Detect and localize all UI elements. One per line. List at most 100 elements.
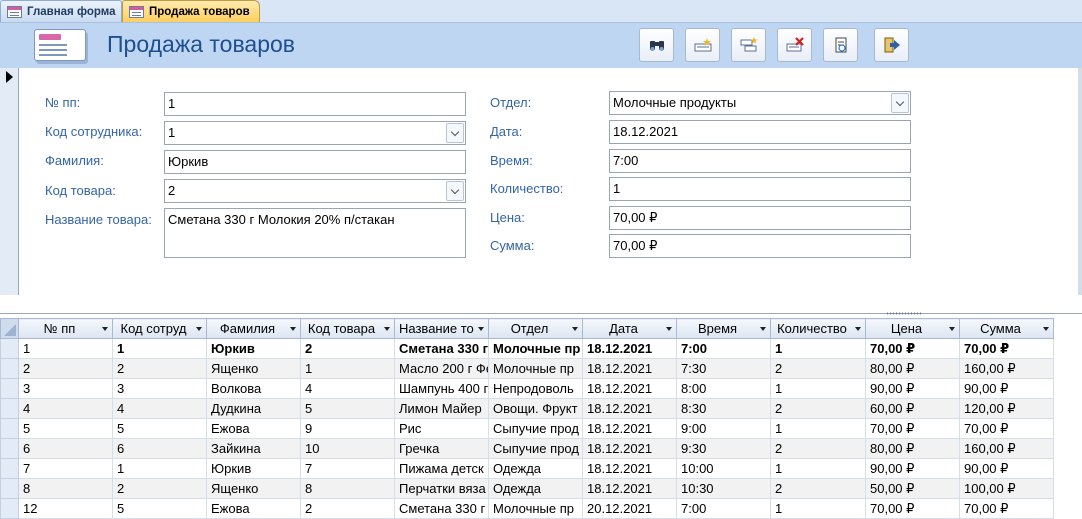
price-field[interactable]: 70,00 ₽ [609, 206, 911, 230]
table-cell[interactable]: 70,00 ₽ [865, 418, 960, 439]
table-cell[interactable]: 100,00 ₽ [959, 478, 1054, 499]
table-cell[interactable]: Масло 200 г Фе [394, 358, 489, 379]
table-cell[interactable]: Сыпучие прод [488, 438, 583, 459]
row-selector[interactable] [0, 338, 19, 359]
table-cell[interactable]: 1 [770, 338, 866, 359]
column-header[interactable]: Отдел [488, 318, 583, 339]
date-field[interactable]: 18.12.2021 [609, 120, 911, 144]
column-header[interactable]: Сумма [959, 318, 1054, 339]
table-cell[interactable]: Ежова [206, 418, 301, 439]
table-cell[interactable]: 18.12.2021 [582, 418, 677, 439]
row-selector[interactable] [0, 398, 19, 419]
table-cell[interactable]: 10 [300, 438, 395, 459]
table-cell[interactable]: Пижама детск [394, 458, 489, 479]
table-row[interactable]: 6 6 Зайкина 10 Гречка Сыпучие прод 18.12.2021 9… [0, 438, 1054, 459]
table-cell[interactable]: 60,00 ₽ [865, 398, 960, 419]
table-cell[interactable]: 80,00 ₽ [865, 438, 960, 459]
table-cell[interactable]: 160,00 ₽ [959, 358, 1054, 379]
table-cell[interactable]: 7:30 [676, 358, 771, 379]
tab-main-form[interactable]: Главная форма [0, 0, 122, 22]
column-header[interactable]: Количество [770, 318, 866, 339]
select-all-corner[interactable] [0, 318, 19, 339]
table-cell[interactable]: 7:00 [676, 338, 771, 359]
table-cell[interactable]: 18.12.2021 [582, 378, 677, 399]
table-cell[interactable]: 5 [300, 398, 395, 419]
table-cell[interactable]: 7 [18, 458, 113, 479]
table-cell[interactable]: 90,00 ₽ [959, 378, 1054, 399]
table-cell[interactable]: 6 [112, 438, 207, 459]
product-name-field[interactable]: Сметана 330 г Молокия 20% п/стакан [164, 208, 466, 258]
column-header[interactable]: Фамилия [206, 318, 301, 339]
tab-sales[interactable]: Продажа товаров [122, 0, 260, 22]
sort-dropdown-icon[interactable] [102, 327, 108, 331]
sort-dropdown-icon[interactable] [384, 327, 390, 331]
table-cell[interactable]: Непродоволь [488, 378, 583, 399]
table-cell[interactable]: 70,00 ₽ [959, 338, 1054, 359]
table-cell[interactable]: 5 [112, 418, 207, 439]
table-cell[interactable]: Сыпучие прод [488, 418, 583, 439]
table-cell[interactable]: 8 [300, 478, 395, 499]
row-selector[interactable] [0, 418, 19, 439]
column-header[interactable]: № пп [18, 318, 113, 339]
table-cell[interactable]: Волкова [206, 378, 301, 399]
chevron-down-icon[interactable] [446, 123, 464, 143]
table-cell[interactable]: 90,00 ₽ [959, 458, 1054, 479]
column-header[interactable]: Время [676, 318, 771, 339]
sort-dropdown-icon[interactable] [760, 327, 766, 331]
table-cell[interactable]: 18.12.2021 [582, 358, 677, 379]
table-cell[interactable]: 2 [112, 478, 207, 499]
table-cell[interactable]: Ященко [206, 358, 301, 379]
table-cell[interactable]: Молочные пр [488, 358, 583, 379]
product-code-combo[interactable]: 2 [164, 179, 466, 203]
time-field[interactable]: 7:00 [609, 149, 911, 173]
table-cell[interactable]: Юркив [206, 458, 301, 479]
table-cell[interactable]: 2 [770, 358, 866, 379]
row-selector[interactable] [0, 438, 19, 459]
table-row[interactable]: 1 1 Юркив 2 Сметана 330 г Молочные пр 18.12.20… [0, 338, 1054, 359]
table-cell[interactable]: 10:00 [676, 458, 771, 479]
table-cell[interactable]: 18.12.2021 [582, 438, 677, 459]
table-cell[interactable]: 2 [300, 338, 395, 359]
table-cell[interactable]: 18.12.2021 [582, 398, 677, 419]
table-cell[interactable]: 90,00 ₽ [865, 458, 960, 479]
record-number-field[interactable]: 1 [164, 92, 466, 116]
table-cell[interactable]: 1 [770, 378, 866, 399]
table-row[interactable]: 4 4 Дудкина 5 Лимон Майер Овощи. Фрукт 18.12.2… [0, 398, 1054, 419]
table-cell[interactable]: Молочные пр [488, 338, 583, 359]
table-cell[interactable]: 8 [18, 478, 113, 499]
row-selector[interactable] [0, 458, 19, 479]
table-cell[interactable]: Сметана 330 г [394, 338, 489, 359]
column-header[interactable]: Цена [865, 318, 960, 339]
table-row[interactable]: 2 2 Ященко 1 Масло 200 г Фе Молочные пр 18.12.… [0, 358, 1054, 379]
new-record-button[interactable] [685, 28, 720, 62]
table-row[interactable]: 5 5 Ежова 9 Рис Сыпучие прод 18.12.2021 9:00 1 70… [0, 418, 1054, 439]
table-cell[interactable]: 120,00 ₽ [959, 398, 1054, 419]
table-cell[interactable]: 18.12.2021 [582, 458, 677, 479]
table-cell[interactable]: 2 [770, 478, 866, 499]
column-header[interactable]: Название то [394, 318, 489, 339]
sort-dropdown-icon[interactable] [1043, 327, 1049, 331]
table-cell[interactable]: 70,00 ₽ [959, 418, 1054, 439]
table-cell[interactable]: Рис [394, 418, 489, 439]
table-cell[interactable]: 70,00 ₽ [865, 338, 960, 359]
chevron-down-icon[interactable] [891, 93, 909, 113]
table-cell[interactable]: 2 [770, 398, 866, 419]
table-cell[interactable]: Зайкина [206, 438, 301, 459]
table-cell[interactable]: 3 [112, 378, 207, 399]
table-cell[interactable]: Овощи. Фрукт [488, 398, 583, 419]
table-cell[interactable]: 2 [770, 438, 866, 459]
table-cell[interactable]: 9:30 [676, 438, 771, 459]
table-cell[interactable]: Ященко [206, 478, 301, 499]
column-header[interactable]: Код сотруд [112, 318, 207, 339]
table-cell[interactable]: 1 [770, 418, 866, 439]
sort-dropdown-icon[interactable] [666, 327, 672, 331]
table-cell[interactable]: 1 [300, 358, 395, 379]
column-header[interactable]: Дата [582, 318, 677, 339]
table-cell[interactable]: 1 [770, 458, 866, 479]
table-cell[interactable]: 6 [18, 438, 113, 459]
employee-code-combo[interactable]: 1 [164, 121, 466, 145]
table-cell[interactable]: 50,00 ₽ [865, 478, 960, 499]
department-combo[interactable]: Молочные продукты [609, 91, 911, 115]
table-cell[interactable]: Юркив [206, 338, 301, 359]
quantity-field[interactable]: 1 [609, 177, 911, 201]
